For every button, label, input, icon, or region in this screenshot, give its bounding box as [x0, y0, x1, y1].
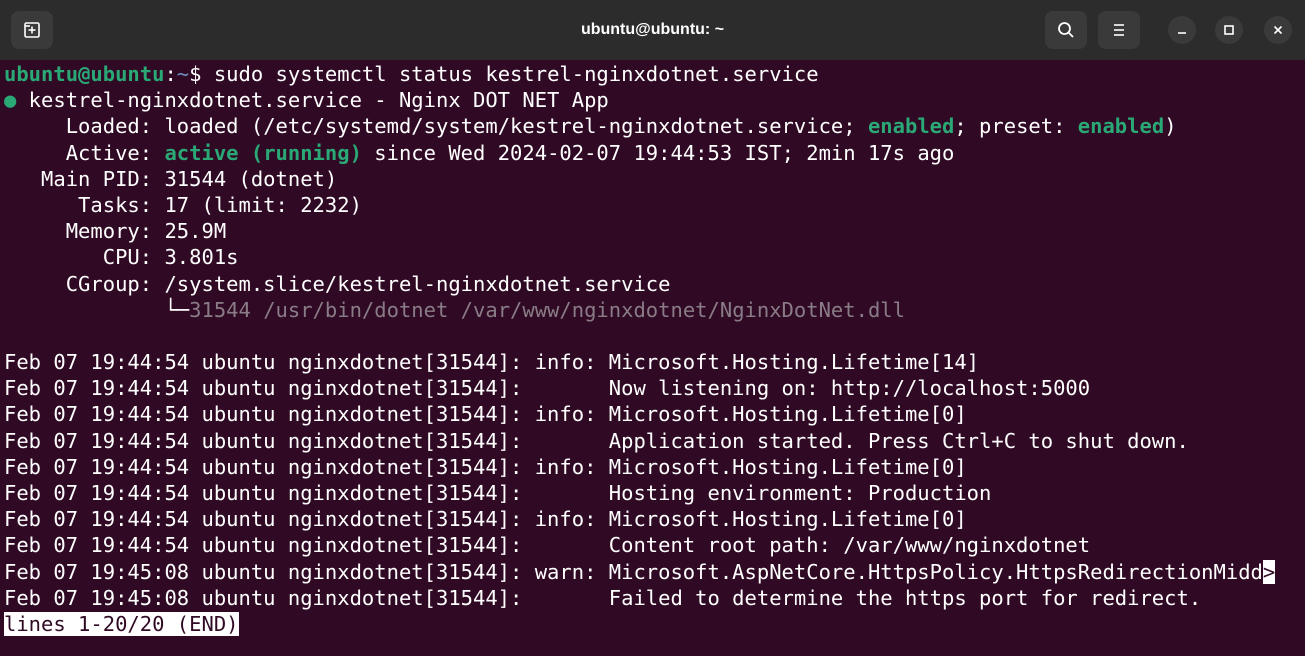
active-line: Active: active (running) since Wed 2024-…: [4, 140, 1305, 166]
prompt-command: sudo systemctl status kestrel-nginxdotne…: [213, 62, 819, 86]
active-state: active (running): [164, 140, 362, 165]
minimize-button[interactable]: [1168, 16, 1196, 44]
log-line: Feb 07 19:44:54 ubuntu nginxdotnet[31544…: [4, 454, 967, 479]
prompt-colon: :: [164, 62, 177, 86]
log-line: Feb 07 19:44:54 ubuntu nginxdotnet[31544…: [4, 350, 980, 375]
log-line: Feb 07 19:44:54 ubuntu nginxdotnet[31544…: [4, 376, 1091, 401]
preset-status: enabled: [1077, 114, 1165, 139]
log-line: Feb 07 19:44:54 ubuntu nginxdotnet[31544…: [4, 507, 967, 532]
truncation-marker: >: [1262, 559, 1276, 584]
log-text: Feb 07 19:45:08 ubuntu nginxdotnet[31544…: [4, 559, 1263, 584]
log-line-truncated: Feb 07 19:45:08 ubuntu nginxdotnet[31544…: [4, 559, 1305, 585]
cgroup-child-process: 31544 /usr/bin/dotnet /var/www/nginxdotn…: [189, 297, 905, 322]
loaded-close: ): [1164, 114, 1177, 139]
terminal-output[interactable]: ubuntu@ubuntu:~$ sudo systemctl status k…: [0, 60, 1305, 656]
log-line: Feb 07 19:44:54 ubuntu nginxdotnet[31544…: [4, 428, 1189, 453]
pager-status-line[interactable]: lines 1-20/20 (END): [4, 611, 1305, 637]
cgroup-child-line: └─31544 /usr/bin/dotnet /var/www/nginxdo…: [4, 297, 1305, 323]
prompt-path: ~: [176, 62, 190, 86]
prompt-line: ubuntu@ubuntu:~$ sudo systemctl status k…: [4, 61, 1305, 87]
hamburger-menu-icon: [1111, 23, 1127, 37]
search-button[interactable]: [1045, 11, 1087, 49]
search-icon: [1057, 21, 1075, 39]
cgroup-line: CGroup: /system.slice/kestrel-nginxdotne…: [4, 271, 671, 296]
loaded-label: Loaded:: [4, 114, 165, 139]
service-header: kestrel-nginxdotnet.service - Nginx DOT …: [16, 88, 609, 113]
cpu-line: CPU: 3.801s: [4, 245, 239, 270]
menu-button[interactable]: [1098, 11, 1140, 49]
active-label: Active:: [4, 140, 165, 165]
minimize-icon: [1176, 24, 1188, 36]
service-header-line: ● kestrel-nginxdotnet.service - Nginx DO…: [4, 87, 1305, 113]
prompt-symbol: $: [189, 62, 214, 86]
active-since: since Wed 2024-02-07 19:44:53 IST; 2min …: [361, 140, 955, 165]
main-pid-line: Main PID: 31544 (dotnet): [4, 166, 338, 191]
log-line: Feb 07 19:44:54 ubuntu nginxdotnet[31544…: [4, 481, 992, 505]
log-line: Feb 07 19:44:54 ubuntu nginxdotnet[31544…: [4, 533, 1091, 558]
tasks-line: Tasks: 17 (limit: 2232): [4, 192, 362, 217]
loaded-value: loaded (/etc/systemd/system/kestrel-ngin…: [164, 114, 868, 139]
enabled-status: enabled: [867, 114, 955, 139]
prompt-user: ubuntu@ubuntu: [4, 62, 165, 86]
preset-label: ; preset:: [954, 114, 1078, 139]
log-line: Feb 07 19:45:08 ubuntu nginxdotnet[31544…: [4, 585, 1202, 610]
pager-status: lines 1-20/20 (END): [4, 611, 239, 636]
loaded-line: Loaded: loaded (/etc/systemd/system/kest…: [4, 113, 1305, 139]
log-line: Feb 07 19:44:54 ubuntu nginxdotnet[31544…: [4, 402, 967, 427]
close-icon: [1272, 24, 1284, 36]
terminal-window: ubuntu@ubuntu: ~ ubuntu@ubuntu:~$ sudo s…: [0, 0, 1305, 656]
maximize-icon: [1223, 24, 1235, 36]
close-button[interactable]: [1264, 16, 1292, 44]
memory-line: Memory: 25.9M: [4, 219, 227, 244]
status-dot-icon: ●: [4, 88, 17, 113]
maximize-button[interactable]: [1215, 16, 1243, 44]
tree-branch: └─: [4, 297, 190, 322]
title-bar[interactable]: ubuntu@ubuntu: ~: [0, 0, 1305, 60]
